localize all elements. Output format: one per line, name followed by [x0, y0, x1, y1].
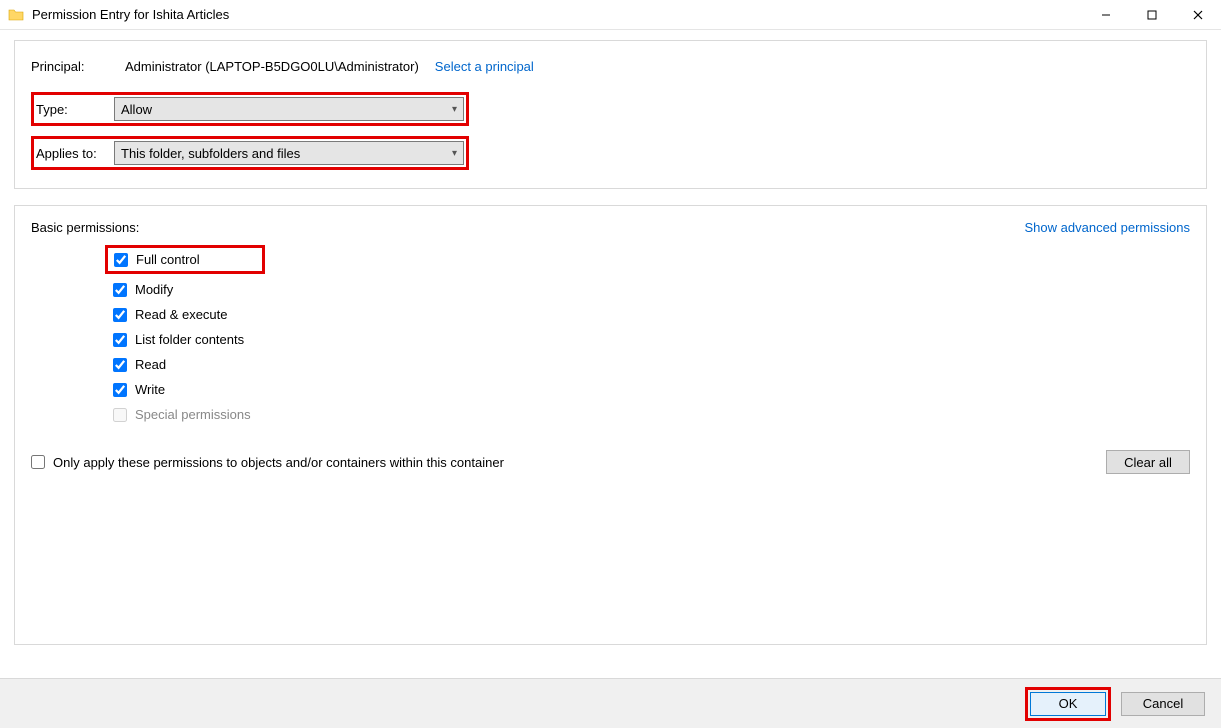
applies-to-label: Applies to: — [36, 146, 110, 161]
perm-modify-label: Modify — [135, 282, 173, 297]
applies-to-combobox[interactable]: This folder, subfolders and files ▾ — [114, 141, 464, 165]
permissions-panel: Basic permissions: Show advanced permiss… — [14, 205, 1207, 645]
perm-read-checkbox[interactable] — [113, 358, 127, 372]
perm-read[interactable]: Read — [111, 355, 371, 374]
perm-write-checkbox[interactable] — [113, 383, 127, 397]
perm-modify-checkbox[interactable] — [113, 283, 127, 297]
perm-read-execute[interactable]: Read & execute — [111, 305, 371, 324]
perm-read-execute-checkbox[interactable] — [113, 308, 127, 322]
folder-icon — [8, 7, 24, 23]
select-principal-link[interactable]: Select a principal — [435, 59, 534, 74]
chevron-down-icon: ▾ — [452, 148, 457, 159]
type-combobox[interactable]: Allow ▾ — [114, 97, 464, 121]
ok-label: OK — [1059, 696, 1078, 711]
principal-value: Administrator (LAPTOP-B5DGO0LU\Administr… — [125, 59, 419, 74]
ok-button[interactable]: OK — [1030, 692, 1106, 716]
type-row-highlight: Type: Allow ▾ — [31, 92, 469, 126]
show-advanced-permissions-link[interactable]: Show advanced permissions — [1025, 220, 1190, 235]
chevron-down-icon: ▾ — [452, 104, 457, 115]
perm-list-folder-label: List folder contents — [135, 332, 244, 347]
perm-list-folder-checkbox[interactable] — [113, 333, 127, 347]
basic-permissions-label: Basic permissions: — [31, 220, 139, 235]
permissions-list: Full control Modify Read & execute List … — [111, 245, 371, 424]
perm-special: Special permissions — [111, 405, 371, 424]
applies-row-highlight: Applies to: This folder, subfolders and … — [31, 136, 469, 170]
perm-read-label: Read — [135, 357, 166, 372]
perm-read-execute-label: Read & execute — [135, 307, 228, 322]
minimize-button[interactable] — [1083, 0, 1129, 29]
perm-full-control-checkbox[interactable] — [114, 253, 128, 267]
perm-write[interactable]: Write — [111, 380, 371, 399]
perm-special-checkbox — [113, 408, 127, 422]
window-controls — [1083, 0, 1221, 29]
clear-all-button[interactable]: Clear all — [1106, 450, 1190, 474]
principal-panel: Principal: Administrator (LAPTOP-B5DGO0L… — [14, 40, 1207, 189]
only-apply-label: Only apply these permissions to objects … — [53, 455, 504, 470]
type-label: Type: — [36, 102, 110, 117]
clear-all-label: Clear all — [1124, 455, 1172, 470]
principal-label: Principal: — [31, 59, 111, 74]
perm-special-label: Special permissions — [135, 407, 251, 422]
perm-list-folder[interactable]: List folder contents — [111, 330, 371, 349]
window-title: Permission Entry for Ishita Articles — [32, 7, 229, 22]
type-combobox-value: Allow — [121, 102, 152, 117]
close-button[interactable] — [1175, 0, 1221, 29]
ok-highlight: OK — [1025, 687, 1111, 721]
only-apply-checkbox[interactable] — [31, 455, 45, 469]
perm-write-label: Write — [135, 382, 165, 397]
cancel-button[interactable]: Cancel — [1121, 692, 1205, 716]
perm-full-control[interactable]: Full control — [105, 245, 265, 274]
perm-full-control-label: Full control — [136, 252, 200, 267]
title-bar: Permission Entry for Ishita Articles — [0, 0, 1221, 30]
applies-to-combobox-value: This folder, subfolders and files — [121, 146, 300, 161]
dialog-footer: OK Cancel — [0, 678, 1221, 728]
perm-modify[interactable]: Modify — [111, 280, 371, 299]
cancel-label: Cancel — [1143, 696, 1183, 711]
maximize-button[interactable] — [1129, 0, 1175, 29]
